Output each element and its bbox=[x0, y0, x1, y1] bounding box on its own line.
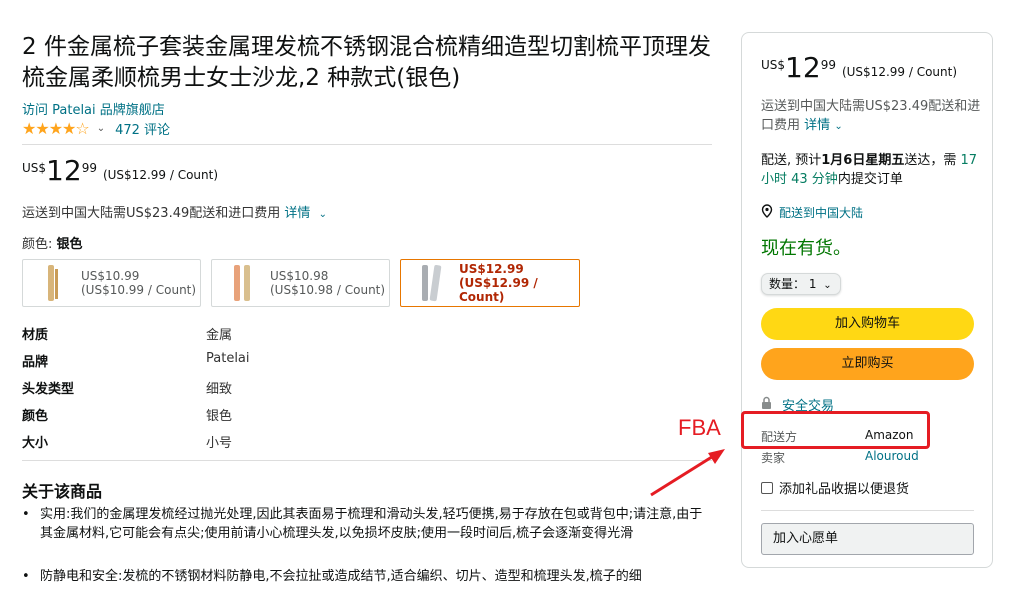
spec-key-brand: 品牌 bbox=[22, 355, 49, 370]
divider bbox=[22, 144, 712, 145]
buy-now-button[interactable]: 立即购买 bbox=[761, 348, 974, 380]
bullet-text: 防静电和安全:发梳的不锈钢材料防静电,不会拉扯或造成结节,适合编织、切片、造型和… bbox=[40, 569, 642, 584]
price-fraction: 99 bbox=[820, 58, 836, 72]
star-rating-icon[interactable]: ★★★★☆ bbox=[22, 119, 90, 138]
spec-value-hair-type: 细致 bbox=[206, 382, 233, 397]
rating-row: ★★★★☆ ⌄ 472 评论 bbox=[22, 119, 170, 138]
price-block: US$ 12 99 (US$12.99 / Count) bbox=[22, 155, 218, 187]
add-to-wishlist-button[interactable]: 加入心愿单 bbox=[761, 523, 974, 555]
color-option-price: US$12.99 bbox=[459, 262, 524, 276]
delivery-prefix: 配送, 预计 bbox=[761, 153, 822, 168]
spec-value-material: 金属 bbox=[206, 328, 233, 343]
price-whole: 12 bbox=[46, 154, 82, 187]
fba-annotation-label: FBA bbox=[678, 415, 721, 440]
delivery-info: 配送, 预计1月6日星期五送达，需 17 小时 43 分钟内提交订单 bbox=[761, 151, 981, 189]
color-option-price: US$10.99 bbox=[81, 269, 140, 283]
review-count-link[interactable]: 472 评论 bbox=[115, 119, 170, 138]
price-whole: 12 bbox=[785, 51, 821, 84]
deliver-to-row[interactable]: 配送到中国大陆 bbox=[761, 204, 863, 221]
bullet-icon: • bbox=[22, 507, 30, 522]
color-selected: 银色 bbox=[56, 237, 83, 252]
color-option-1[interactable]: US$10.99 (US$10.99 / Count) bbox=[22, 259, 201, 307]
delivery-date: 1月6日星期五 bbox=[821, 153, 905, 168]
unit-price: (US$12.99 / Count) bbox=[102, 168, 219, 182]
color-option-2[interactable]: US$10.98 (US$10.98 / Count) bbox=[211, 259, 390, 307]
shipping-text: 运送到中国大陆需US$23.49配送和进口费用 bbox=[761, 99, 981, 133]
shipping-info: 运送到中国大陆需US$23.49配送和进口费用 详情 ⌄ bbox=[22, 202, 327, 221]
color-option-3-selected[interactable]: US$12.99 (US$12.99 / Count) bbox=[400, 259, 580, 307]
about-heading: 关于该商品 bbox=[22, 482, 103, 501]
divider bbox=[22, 460, 712, 461]
price-currency: US$ bbox=[22, 161, 47, 175]
spec-key-hair-type: 头发类型 bbox=[22, 382, 75, 397]
color-option-price: US$10.98 bbox=[270, 269, 329, 283]
sold-by-link[interactable]: Alouroud bbox=[865, 449, 919, 463]
comb-thumbnail-icon bbox=[417, 263, 447, 303]
color-option-unit: (US$10.98 / Count) bbox=[270, 283, 386, 297]
buybox-shipping: 运送到中国大陆需US$23.49配送和进口费用 详情 ⌄ bbox=[761, 97, 981, 136]
spec-value-size: 小号 bbox=[206, 436, 233, 451]
spec-value-brand: Patelai bbox=[206, 351, 250, 366]
gift-receipt-row[interactable]: 添加礼品收据以便退货 bbox=[761, 478, 909, 497]
price-currency: US$ bbox=[761, 58, 786, 72]
spec-value-color: 银色 bbox=[206, 409, 233, 424]
gift-receipt-label: 添加礼品收据以便退货 bbox=[779, 482, 910, 497]
comb-thumbnail-icon bbox=[39, 263, 69, 303]
chevron-down-icon[interactable]: ⌄ bbox=[97, 123, 105, 134]
chevron-down-icon[interactable]: ⌄ bbox=[319, 209, 327, 220]
add-to-cart-button[interactable]: 加入购物车 bbox=[761, 308, 974, 340]
deliver-to-link[interactable]: 配送到中国大陆 bbox=[779, 204, 863, 221]
location-pin-icon bbox=[761, 204, 773, 221]
color-label-text: 颜色: bbox=[22, 237, 53, 252]
price-fraction: 99 bbox=[81, 161, 97, 175]
buybox-price: US$ 12 99 (US$12.99 / Count) bbox=[761, 52, 957, 84]
highlight-box-annotation bbox=[741, 411, 930, 449]
color-label: 颜色: 银色 bbox=[22, 233, 83, 252]
list-item: • 防静电和安全:发梳的不锈钢材料防静电,不会拉扯或造成结节,适合编织、切片、造… bbox=[22, 567, 712, 586]
store-link[interactable]: 访问 Patelai 品牌旗舰店 bbox=[22, 99, 165, 118]
stock-status: 现在有货。 bbox=[761, 238, 851, 259]
product-title: 2 件金属梳子套装金属理发梳不锈钢混合梳精细造型切割梳平顶理发梳金属柔顺梳男士女… bbox=[22, 34, 711, 91]
chevron-down-icon: ⌄ bbox=[823, 280, 832, 291]
bullet-icon: • bbox=[22, 569, 30, 584]
spec-key-size: 大小 bbox=[22, 436, 49, 451]
delivery-suffix: 内提交订单 bbox=[837, 172, 903, 187]
shipping-details-link[interactable]: 详情 bbox=[804, 118, 830, 133]
sold-by-label: 卖家 bbox=[761, 451, 786, 465]
list-item: • 实用:我们的金属理发梳经过抛光处理,因此其表面易于梳理和滑动头发,轻巧便携,… bbox=[22, 505, 712, 543]
bullet-text: 实用:我们的金属理发梳经过抛光处理,因此其表面易于梳理和滑动头发,轻巧便携,易于… bbox=[40, 507, 703, 541]
quantity-select[interactable]: 数量： 1 ⌄ bbox=[761, 273, 841, 295]
arrow-annotation-icon bbox=[650, 449, 725, 497]
quantity-label: 数量： 1 bbox=[769, 277, 817, 291]
shipping-text: 运送到中国大陆需US$23.49配送和进口费用 bbox=[22, 206, 281, 221]
gift-receipt-checkbox[interactable] bbox=[761, 481, 773, 494]
comb-thumbnail-icon bbox=[228, 263, 258, 303]
chevron-down-icon[interactable]: ⌄ bbox=[834, 121, 842, 132]
color-option-unit: (US$10.99 / Count) bbox=[81, 283, 197, 297]
shipping-details-link[interactable]: 详情 bbox=[284, 206, 310, 221]
spec-key-material: 材质 bbox=[22, 328, 49, 343]
unit-price: (US$12.99 / Count) bbox=[841, 65, 958, 79]
spec-key-color: 颜色 bbox=[22, 409, 49, 424]
color-option-unit: (US$12.99 / Count) bbox=[459, 276, 538, 304]
divider bbox=[761, 510, 974, 511]
delivery-mid: 送达，需 bbox=[904, 153, 957, 168]
